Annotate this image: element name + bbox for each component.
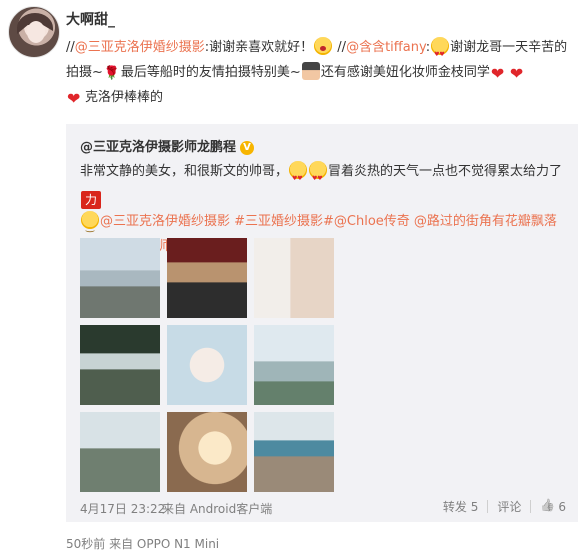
heart-eyes-emoji-icon [289,161,308,191]
repost-card: @三亚克洛伊摄影师龙鹏程 V 非常文静的美女，和很斯文的帅哥， 冒着炎热的天气一点也… [66,124,578,522]
repost-footer: 4月17日 23:22 来自 Android客户端 转发 5 评论 6 [66,496,578,520]
post-footer: 50秒前 来自 OPPO N1 Mini [66,537,220,551]
thumbs-up-icon [540,500,554,514]
text-segment: : [425,40,431,55]
repost-text-segment: 冒着炎热的天气一点也不觉得累太给力了 [328,164,563,179]
text-separator: // [333,40,347,55]
repost-actions: 转发 5 评论 6 [443,498,566,515]
repost-button[interactable]: 转发 5 [443,498,478,515]
photo-thumbnail[interactable] [80,238,160,318]
text-separator: // [66,40,75,55]
mention-link[interactable]: @含含tiffany [346,40,426,55]
repost-source: 来自 Android客户端 [162,502,273,516]
repost-text-segment: 非常文静的美女，和很斯文的帅哥， [80,164,289,179]
repost-time-link[interactable]: 4月17日 23:22 [80,500,165,517]
post-username[interactable]: 大啊甜_ [66,9,115,29]
text-segment: :谢谢亲喜欢就好！ [204,40,314,55]
photo-thumbnail[interactable] [254,238,334,318]
li-power-emoji-icon: 力 [81,191,101,209]
text-segment: 最后等船时的友情拍摄特别美~ [120,65,301,80]
photo-thumbnail[interactable] [80,412,160,492]
like-button[interactable]: 6 [540,500,566,514]
repost-author-name[interactable]: @三亚克洛伊摄影师龙鹏程 [80,140,236,155]
photo-thumbnail[interactable] [167,325,247,405]
text-segment: 克洛伊棒棒的 [85,90,164,105]
heart-emoji-icon [491,61,508,86]
photo-thumbnail[interactable] [254,412,334,492]
rose-emoji-icon [104,61,120,86]
smile-emoji-icon [81,211,99,240]
repost-author[interactable]: @三亚克洛伊摄影师龙鹏程 V [80,136,255,155]
photo-thumbnail[interactable] [80,325,160,405]
blush-emoji-icon [314,37,333,55]
verified-v-icon: V [240,141,255,155]
avatar-face [27,21,45,43]
avatar[interactable] [8,6,60,58]
heart-eyes-emoji-icon [309,161,328,191]
text-segment: 还有感谢美妞化妆师金枝同学 [320,65,490,80]
heart-emoji-icon [67,86,84,111]
divider [487,500,489,513]
cool-emoji-icon [301,62,320,80]
photo-thumbnail[interactable] [167,412,247,492]
comment-button[interactable]: 评论 [497,498,521,515]
divider [530,500,532,513]
photo-thumbnail[interactable] [167,238,247,318]
heart-emoji-icon [510,61,527,86]
heart-eyes-emoji-icon [431,37,450,67]
mention-link[interactable]: @三亚克洛伊婚纱摄影 [75,40,205,55]
post-text: //@三亚克洛伊婚纱摄影:谢谢亲喜欢就好！ //@含含tiffany:谢谢龙哥一… [66,35,578,111]
like-count: 6 [558,499,566,514]
photo-thumbnail[interactable] [254,325,334,405]
